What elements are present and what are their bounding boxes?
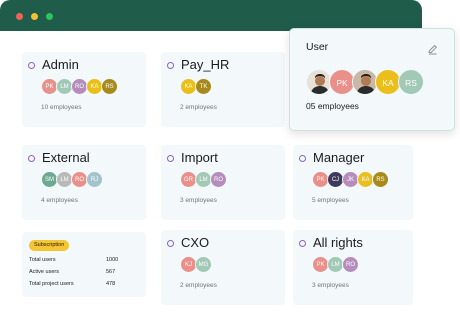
avatar: RO bbox=[210, 171, 227, 188]
subscription-badge: Subscription bbox=[29, 240, 70, 251]
group-title: All rights bbox=[313, 235, 363, 250]
stat-value: 478 bbox=[106, 281, 116, 287]
group-title: Import bbox=[181, 150, 218, 165]
stat-label: Total users bbox=[29, 257, 56, 263]
radio-icon[interactable] bbox=[299, 155, 306, 162]
employee-count: 3 employees bbox=[312, 282, 349, 289]
group-title: Admin bbox=[42, 57, 79, 72]
group-title: Pay_HR bbox=[181, 57, 230, 72]
radio-icon[interactable] bbox=[167, 155, 174, 162]
group-card-pay-hr[interactable]: Pay_HR KA TK 2 employees bbox=[161, 52, 285, 127]
avatar: RS bbox=[101, 78, 118, 95]
minimize-dot[interactable] bbox=[31, 13, 38, 20]
employee-count: 3 employees bbox=[180, 197, 217, 204]
radio-icon[interactable] bbox=[167, 240, 174, 247]
group-title: External bbox=[42, 150, 90, 165]
avatar: RS bbox=[372, 171, 389, 188]
stat-label: Active users bbox=[29, 269, 59, 275]
avatar: MG bbox=[195, 256, 212, 273]
avatar: RJ bbox=[86, 171, 103, 188]
employee-count: 2 employees bbox=[180, 282, 217, 289]
employee-count: 2 employees bbox=[180, 104, 217, 111]
window-titlebar bbox=[0, 0, 422, 31]
avatar: RO bbox=[342, 256, 359, 273]
pencil-icon[interactable] bbox=[427, 42, 438, 55]
employee-count: 4 employees bbox=[41, 197, 78, 204]
radio-icon[interactable] bbox=[28, 155, 35, 162]
group-title: Manager bbox=[313, 150, 365, 165]
avatar: RS bbox=[398, 69, 424, 95]
stat-value: 567 bbox=[106, 269, 116, 275]
group-card-manager[interactable]: Manager PK CJ JK KA RS 5 employees bbox=[293, 145, 413, 220]
avatar: TK bbox=[195, 78, 212, 95]
subscription-card: Subscription Total users 1000 Active use… bbox=[22, 232, 146, 297]
user-group-popup[interactable]: User PK KA RS 05 employees bbox=[289, 28, 455, 131]
popup-title: User bbox=[306, 41, 329, 53]
employee-count: 10 employees bbox=[41, 104, 82, 111]
radio-icon[interactable] bbox=[28, 62, 35, 69]
group-card-admin[interactable]: Admin PK LM RO KA RS 10 employees bbox=[22, 52, 146, 127]
close-dot[interactable] bbox=[16, 13, 23, 20]
maximize-dot[interactable] bbox=[46, 13, 53, 20]
group-card-import[interactable]: Import GR LM RO 3 employees bbox=[161, 145, 285, 220]
radio-icon[interactable] bbox=[299, 240, 306, 247]
employee-count: 05 employees bbox=[306, 101, 359, 111]
employee-count: 5 employees bbox=[312, 197, 349, 204]
group-title: CXO bbox=[181, 235, 210, 250]
group-card-all-rights[interactable]: All rights PK LM RO 3 employees bbox=[293, 230, 413, 305]
group-card-external[interactable]: External SM LM RO RJ 4 employees bbox=[22, 145, 146, 220]
group-card-cxo[interactable]: CXO KJ MG 2 employees bbox=[161, 230, 285, 305]
stat-label: Total project users bbox=[29, 281, 74, 287]
stat-value: 1000 bbox=[106, 257, 119, 263]
radio-icon[interactable] bbox=[167, 62, 174, 69]
